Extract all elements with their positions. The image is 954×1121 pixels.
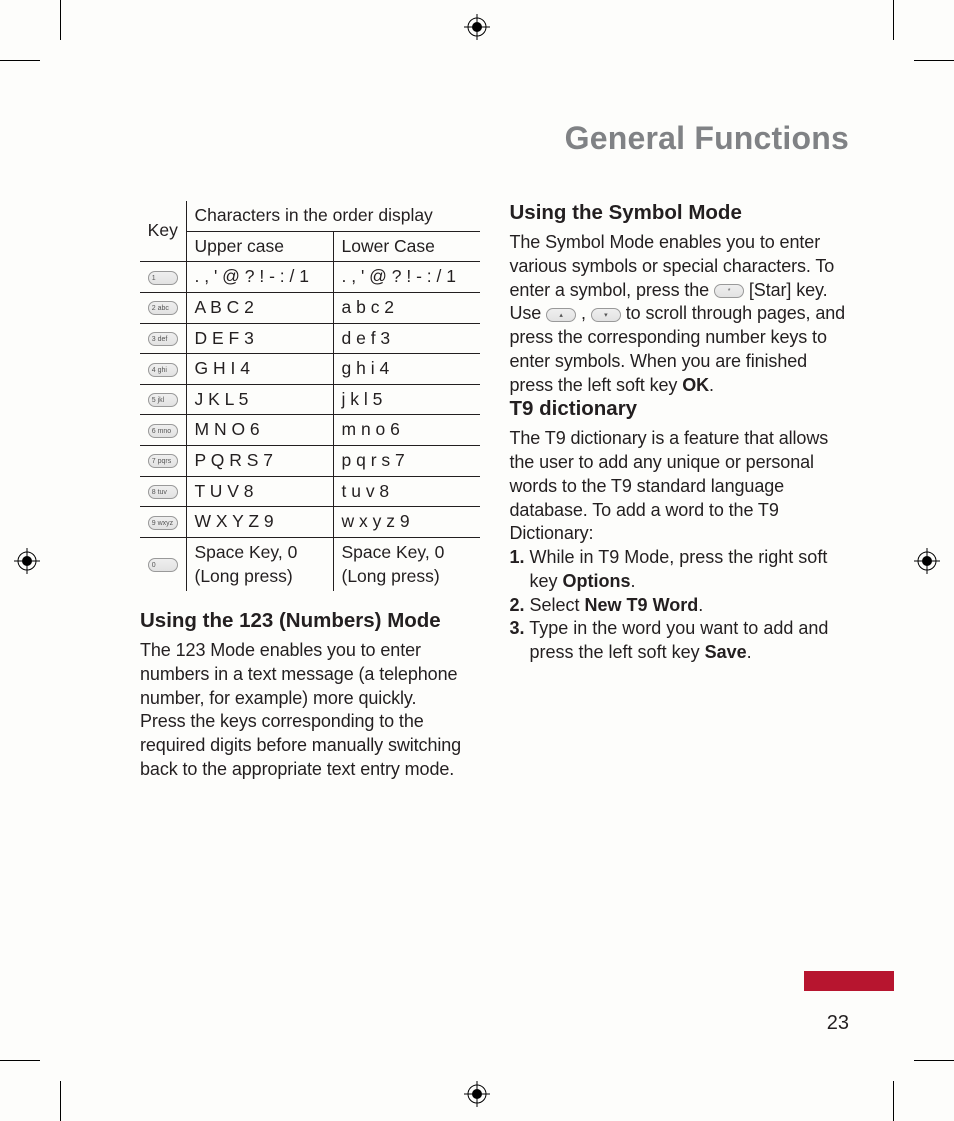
body-text: The 123 Mode enables you to enter number… bbox=[140, 639, 480, 710]
page-title: General Functions bbox=[140, 120, 849, 157]
right-column: Using the Symbol Mode The Symbol Mode en… bbox=[510, 201, 850, 782]
crop-mark bbox=[0, 60, 40, 61]
registration-mark-icon bbox=[14, 548, 40, 574]
cell: A B C 2 bbox=[186, 292, 333, 323]
cell: P Q R S 7 bbox=[186, 446, 333, 477]
cell: M N O 6 bbox=[186, 415, 333, 446]
list-item: 3. Type in the word you want to add and … bbox=[510, 617, 850, 665]
body-text: Use ▴ , ▾ to scroll through pages, and p… bbox=[510, 302, 850, 397]
key-icon: 0 bbox=[140, 537, 186, 591]
registration-mark-icon bbox=[464, 14, 490, 40]
cell: . , ' @ ? ! - : / 1 bbox=[186, 262, 333, 293]
th-key: Key bbox=[140, 201, 186, 262]
th-upper: Upper case bbox=[186, 231, 333, 262]
cell: p q r s 7 bbox=[333, 446, 480, 477]
cell: g h i 4 bbox=[333, 354, 480, 385]
key-icon: 4 ghi bbox=[140, 354, 186, 385]
cell: G H I 4 bbox=[186, 354, 333, 385]
cell: . , ' @ ? ! - : / 1 bbox=[333, 262, 480, 293]
body-text: The T9 dictionary is a feature that allo… bbox=[510, 427, 850, 546]
star-key-icon: * bbox=[714, 284, 744, 298]
key-icon: 6 mno bbox=[140, 415, 186, 446]
crop-mark bbox=[60, 1081, 61, 1121]
key-icon: 8 tuv bbox=[140, 476, 186, 507]
heading-symbol: Using the Symbol Mode bbox=[510, 201, 850, 225]
crop-mark bbox=[914, 60, 954, 61]
key-icon: 2 abc bbox=[140, 292, 186, 323]
body-text: Press the keys corresponding to the requ… bbox=[140, 710, 480, 781]
cell: w x y z 9 bbox=[333, 507, 480, 538]
up-key-icon: ▴ bbox=[546, 308, 576, 322]
key-icon: 1 bbox=[140, 262, 186, 293]
crop-mark bbox=[893, 1081, 894, 1121]
heading-123: Using the 123 (Numbers) Mode bbox=[140, 609, 480, 633]
left-column: Key Characters in the order display Uppe… bbox=[140, 201, 480, 782]
list-item: 2. Select New T9 Word. bbox=[510, 594, 850, 618]
registration-mark-icon bbox=[914, 548, 940, 574]
list-item: 1. While in T9 Mode, press the right sof… bbox=[510, 546, 850, 594]
crop-mark bbox=[0, 1060, 40, 1061]
crop-mark bbox=[914, 1060, 954, 1061]
section-tab bbox=[804, 971, 894, 991]
cell: j k l 5 bbox=[333, 384, 480, 415]
key-icon: 9 wxyz bbox=[140, 507, 186, 538]
registration-mark-icon bbox=[464, 1081, 490, 1107]
cell: t u v 8 bbox=[333, 476, 480, 507]
down-key-icon: ▾ bbox=[591, 308, 621, 322]
cell: Space Key, 0 (Long press) bbox=[333, 537, 480, 591]
cell: m n o 6 bbox=[333, 415, 480, 446]
cell: W X Y Z 9 bbox=[186, 507, 333, 538]
t9-steps: 1. While in T9 Mode, press the right sof… bbox=[510, 546, 850, 665]
cell: J K L 5 bbox=[186, 384, 333, 415]
cell: Space Key, 0 (Long press) bbox=[186, 537, 333, 591]
th-lower: Lower Case bbox=[333, 231, 480, 262]
page-number: 23 bbox=[827, 1012, 849, 1035]
body-text: The Symbol Mode enables you to enter var… bbox=[510, 231, 850, 302]
cell: T U V 8 bbox=[186, 476, 333, 507]
cell: D E F 3 bbox=[186, 323, 333, 354]
cell: a b c 2 bbox=[333, 292, 480, 323]
key-icon: 7 pqrs bbox=[140, 446, 186, 477]
key-icon: 5 jkl bbox=[140, 384, 186, 415]
crop-mark bbox=[893, 0, 894, 40]
heading-t9: T9 dictionary bbox=[510, 397, 850, 421]
crop-mark bbox=[60, 0, 61, 40]
key-icon: 3 def bbox=[140, 323, 186, 354]
th-order: Characters in the order display bbox=[186, 201, 480, 231]
char-table: Key Characters in the order display Uppe… bbox=[140, 201, 480, 591]
cell: d e f 3 bbox=[333, 323, 480, 354]
